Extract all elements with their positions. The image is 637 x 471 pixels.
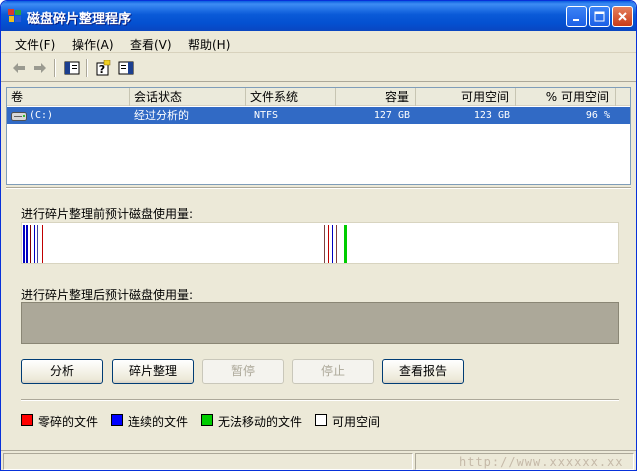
close-icon [618,12,627,21]
fragmented-swatch [21,414,33,426]
column-percent-free[interactable]: % 可用空间 [516,88,616,106]
column-capacity[interactable]: 容量 [336,88,416,106]
defrag-app-icon[interactable] [7,8,23,24]
free-space-swatch [315,414,327,426]
menu-bar: 文件(F) 操作(A) 查看(V) 帮助(H) [1,31,636,53]
usage-stripe [23,225,25,263]
watermark: http://www.xxxxxx.xx [459,455,624,469]
status-pane [3,453,413,470]
legend-unmovable: 无法移动的文件 [218,415,303,429]
title-bar[interactable]: 磁盘碎片整理程序 [1,1,636,31]
after-defrag-usage-display [21,302,619,344]
after-defrag-label: 进行碎片整理后预计磁盘使用量: [21,288,194,302]
volume-capacity: 127 GB [373,110,410,121]
defrag-window: 磁盘碎片整理程序 文件(F) 操作(A) 查看(V) 帮助(H) ? 卷 会话状… [0,0,637,471]
menu-view[interactable]: 查看(V) [130,36,172,53]
column-session-status[interactable]: 会话状态 [130,88,246,106]
column-file-system[interactable]: 文件系统 [246,88,336,106]
legend-free-space: 可用空间 [332,415,381,429]
contiguous-swatch [111,414,123,426]
column-volume[interactable]: 卷 [7,88,130,106]
hard-drive-icon [11,111,27,121]
usage-stripe [336,225,337,263]
view-report-button[interactable]: 查看报告 [382,359,464,384]
usage-stripe [34,225,35,263]
menu-help[interactable]: 帮助(H) [188,36,230,53]
menu-action[interactable]: 操作(A) [72,36,114,53]
usage-stripe [332,225,333,263]
menu-file[interactable]: 文件(F) [15,36,55,53]
volume-status: 经过分析的 [134,109,189,122]
unmovable-swatch [201,414,213,426]
before-defrag-usage-display [21,222,619,264]
window-title: 磁盘碎片整理程序 [27,12,132,27]
help-icon[interactable]: ? [95,59,111,76]
show-hide-console-tree-icon[interactable] [64,60,80,76]
volume-file-system: NTFS [254,110,279,121]
maximize-icon [594,11,605,22]
toolbar-separator [54,59,56,77]
volume-list[interactable]: 卷 会话状态 文件系统 容量 可用空间 % 可用空间 (C:) 经过分析的 NT… [6,87,631,185]
column-free-space[interactable]: 可用空间 [416,88,516,106]
close-button[interactable] [612,6,633,27]
toolbar-separator [86,59,88,77]
volume-percent-free: 96 % [585,110,610,121]
volume-list-header: 卷 会话状态 文件系统 容量 可用空间 % 可用空间 [7,88,630,106]
forward-arrow-icon[interactable] [32,60,48,76]
usage-stripe [42,225,43,263]
maximize-button[interactable] [589,6,610,27]
legend-fragmented: 零碎的文件 [38,415,99,429]
usage-stripe [344,225,347,263]
volume-name: (C:) [29,110,54,121]
pause-button[interactable]: 暂停 [202,359,284,384]
volume-row[interactable]: (C:) 经过分析的 NTFS 127 GB 123 GB 96 % [7,107,630,124]
legend-separator [21,399,619,401]
toolbar: ? [1,54,636,82]
pane-splitter[interactable] [6,187,631,189]
analyze-button[interactable]: 分析 [21,359,103,384]
usage-stripe [328,225,329,263]
minimize-button[interactable] [566,6,587,27]
before-defrag-label: 进行碎片整理前预计磁盘使用量: [21,207,194,221]
legend-contiguous: 连续的文件 [128,415,189,429]
defragment-button[interactable]: 碎片整理 [112,359,194,384]
usage-stripe [37,225,38,263]
volume-free-space: 123 GB [473,110,510,121]
minimize-icon [573,19,579,21]
properties-icon[interactable] [118,60,134,76]
usage-stripe [26,225,28,263]
back-arrow-icon[interactable] [11,60,27,76]
usage-stripe [324,225,325,263]
usage-stripe [30,225,31,263]
stop-button[interactable]: 停止 [292,359,374,384]
